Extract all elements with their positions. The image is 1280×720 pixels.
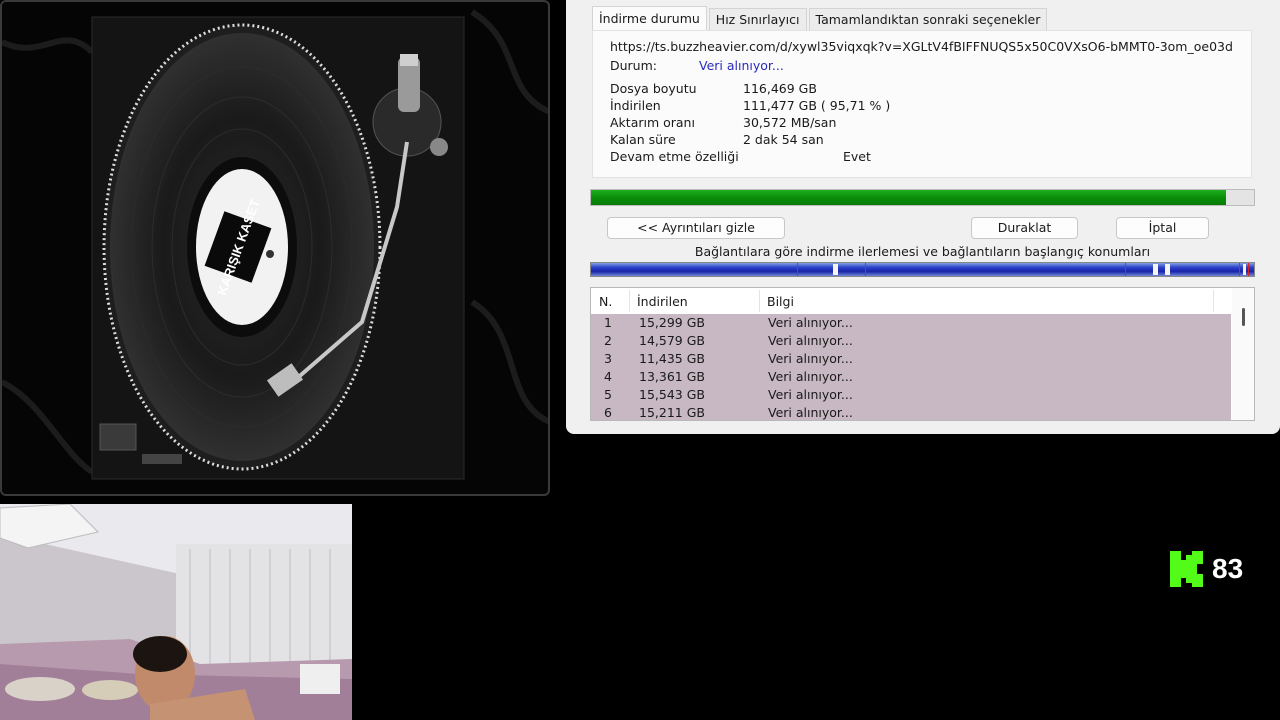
viewer-count: 83 [1212,553,1244,584]
file-size-label: Dosya boyutu [610,81,697,96]
row-number: 5 [604,387,612,402]
table-row[interactable]: 2 14,579 GB Veri alınıyor... [591,332,1231,350]
pause-button[interactable]: Duraklat [971,217,1078,239]
download-info-panel: https://ts.buzzheavier.com/d/xywl35viqxq… [592,30,1252,178]
connections-progress-bar [590,262,1255,277]
transfer-rate-value: 30,572 MB/san [743,115,837,130]
webcam-feed [0,504,352,720]
table-header: N. İndirilen Bilgi [591,288,1231,314]
row-info: Veri alınıyor... [768,333,853,348]
table-row[interactable]: 4 13,361 GB Veri alınıyor... [591,368,1231,386]
turntable-video-panel: KARIŞIK KASET [0,0,550,496]
column-header-number[interactable]: N. [599,294,612,309]
time-left-label: Kalan süre [610,132,676,147]
column-header-downloaded[interactable]: İndirilen [637,294,688,309]
row-number: 1 [604,315,612,330]
connection-start-marker [1239,263,1240,276]
scrollbar-thumb[interactable] [1242,308,1245,326]
row-downloaded: 15,211 GB [639,405,705,420]
file-size-value: 116,469 GB [743,81,817,96]
status-label: Durum: [610,58,657,73]
webcam-scene [0,504,352,720]
hide-details-button[interactable]: << Ayrıntıları gizle [607,217,785,239]
row-number: 4 [604,369,612,384]
time-left-value: 2 dak 54 san [743,132,824,147]
column-divider[interactable] [759,290,760,312]
downloaded-value: 111,477 GB ( 95,71 % ) [743,98,891,113]
row-downloaded: 15,543 GB [639,387,705,402]
tab-bar: İndirme durumu Hız Sınırlayıcı Tamamland… [592,6,1049,32]
table-row[interactable]: 6 15,211 GB Veri alınıyor... [591,404,1231,420]
column-divider[interactable] [1213,290,1214,312]
tab-after-completion[interactable]: Tamamlandıktan sonraki seçenekler [808,8,1048,31]
column-divider[interactable] [629,290,630,312]
connection-start-marker [865,263,866,276]
download-dialog: İndirme durumu Hız Sınırlayıcı Tamamland… [566,0,1280,434]
resume-capability-value: Evet [843,149,871,164]
row-downloaded: 14,579 GB [639,333,705,348]
turntable-illustration: KARIŞIK KASET [2,9,548,480]
transfer-rate-label: Aktarım oranı [610,115,695,130]
connection-gap-marker [1243,264,1246,275]
table-scrollbar[interactable] [1232,288,1254,420]
row-number: 2 [604,333,612,348]
download-url: https://ts.buzzheavier.com/d/xywl35viqxq… [610,39,1233,54]
download-progress-fill [591,190,1226,205]
connection-start-marker [797,263,798,276]
connections-caption: Bağlantılara göre indirme ilerlemesi ve … [694,244,1151,259]
row-downloaded: 11,435 GB [639,351,705,366]
connection-start-marker [1248,263,1249,276]
connections-table: N. İndirilen Bilgi 1 15,299 GB Veri alın… [590,287,1255,421]
connection-gap-marker [1153,264,1158,275]
resume-capability-label: Devam etme özelliği [610,149,739,164]
cancel-button[interactable]: İptal [1116,217,1209,239]
connection-gap-marker [1165,264,1170,275]
tab-download-status[interactable]: İndirme durumu [592,6,707,32]
row-info: Veri alınıyor... [768,405,853,420]
column-header-info[interactable]: Bilgi [767,294,794,309]
connection-gap-marker [833,264,838,275]
row-number: 6 [604,405,612,420]
table-row[interactable]: 1 15,299 GB Veri alınıyor... [591,314,1231,332]
row-info: Veri alınıyor... [768,369,853,384]
status-value: Veri alınıyor... [699,58,784,73]
row-info: Veri alınıyor... [768,387,853,402]
tab-speed-limiter[interactable]: Hız Sınırlayıcı [708,8,807,31]
downloaded-label: İndirilen [610,98,661,113]
table-body: 1 15,299 GB Veri alınıyor... 2 14,579 GB… [591,314,1231,420]
row-info: Veri alınıyor... [768,315,853,330]
row-info: Veri alınıyor... [768,351,853,366]
download-progress-bar [590,189,1255,206]
row-downloaded: 13,361 GB [639,369,705,384]
row-downloaded: 15,299 GB [639,315,705,330]
table-row[interactable]: 3 11,435 GB Veri alınıyor... [591,350,1231,368]
kick-logo-icon [1170,551,1203,587]
row-number: 3 [604,351,612,366]
kick-viewer-badge: 83 [1170,551,1250,587]
table-row[interactable]: 5 15,543 GB Veri alınıyor... [591,386,1231,404]
connection-start-marker [1125,263,1126,276]
